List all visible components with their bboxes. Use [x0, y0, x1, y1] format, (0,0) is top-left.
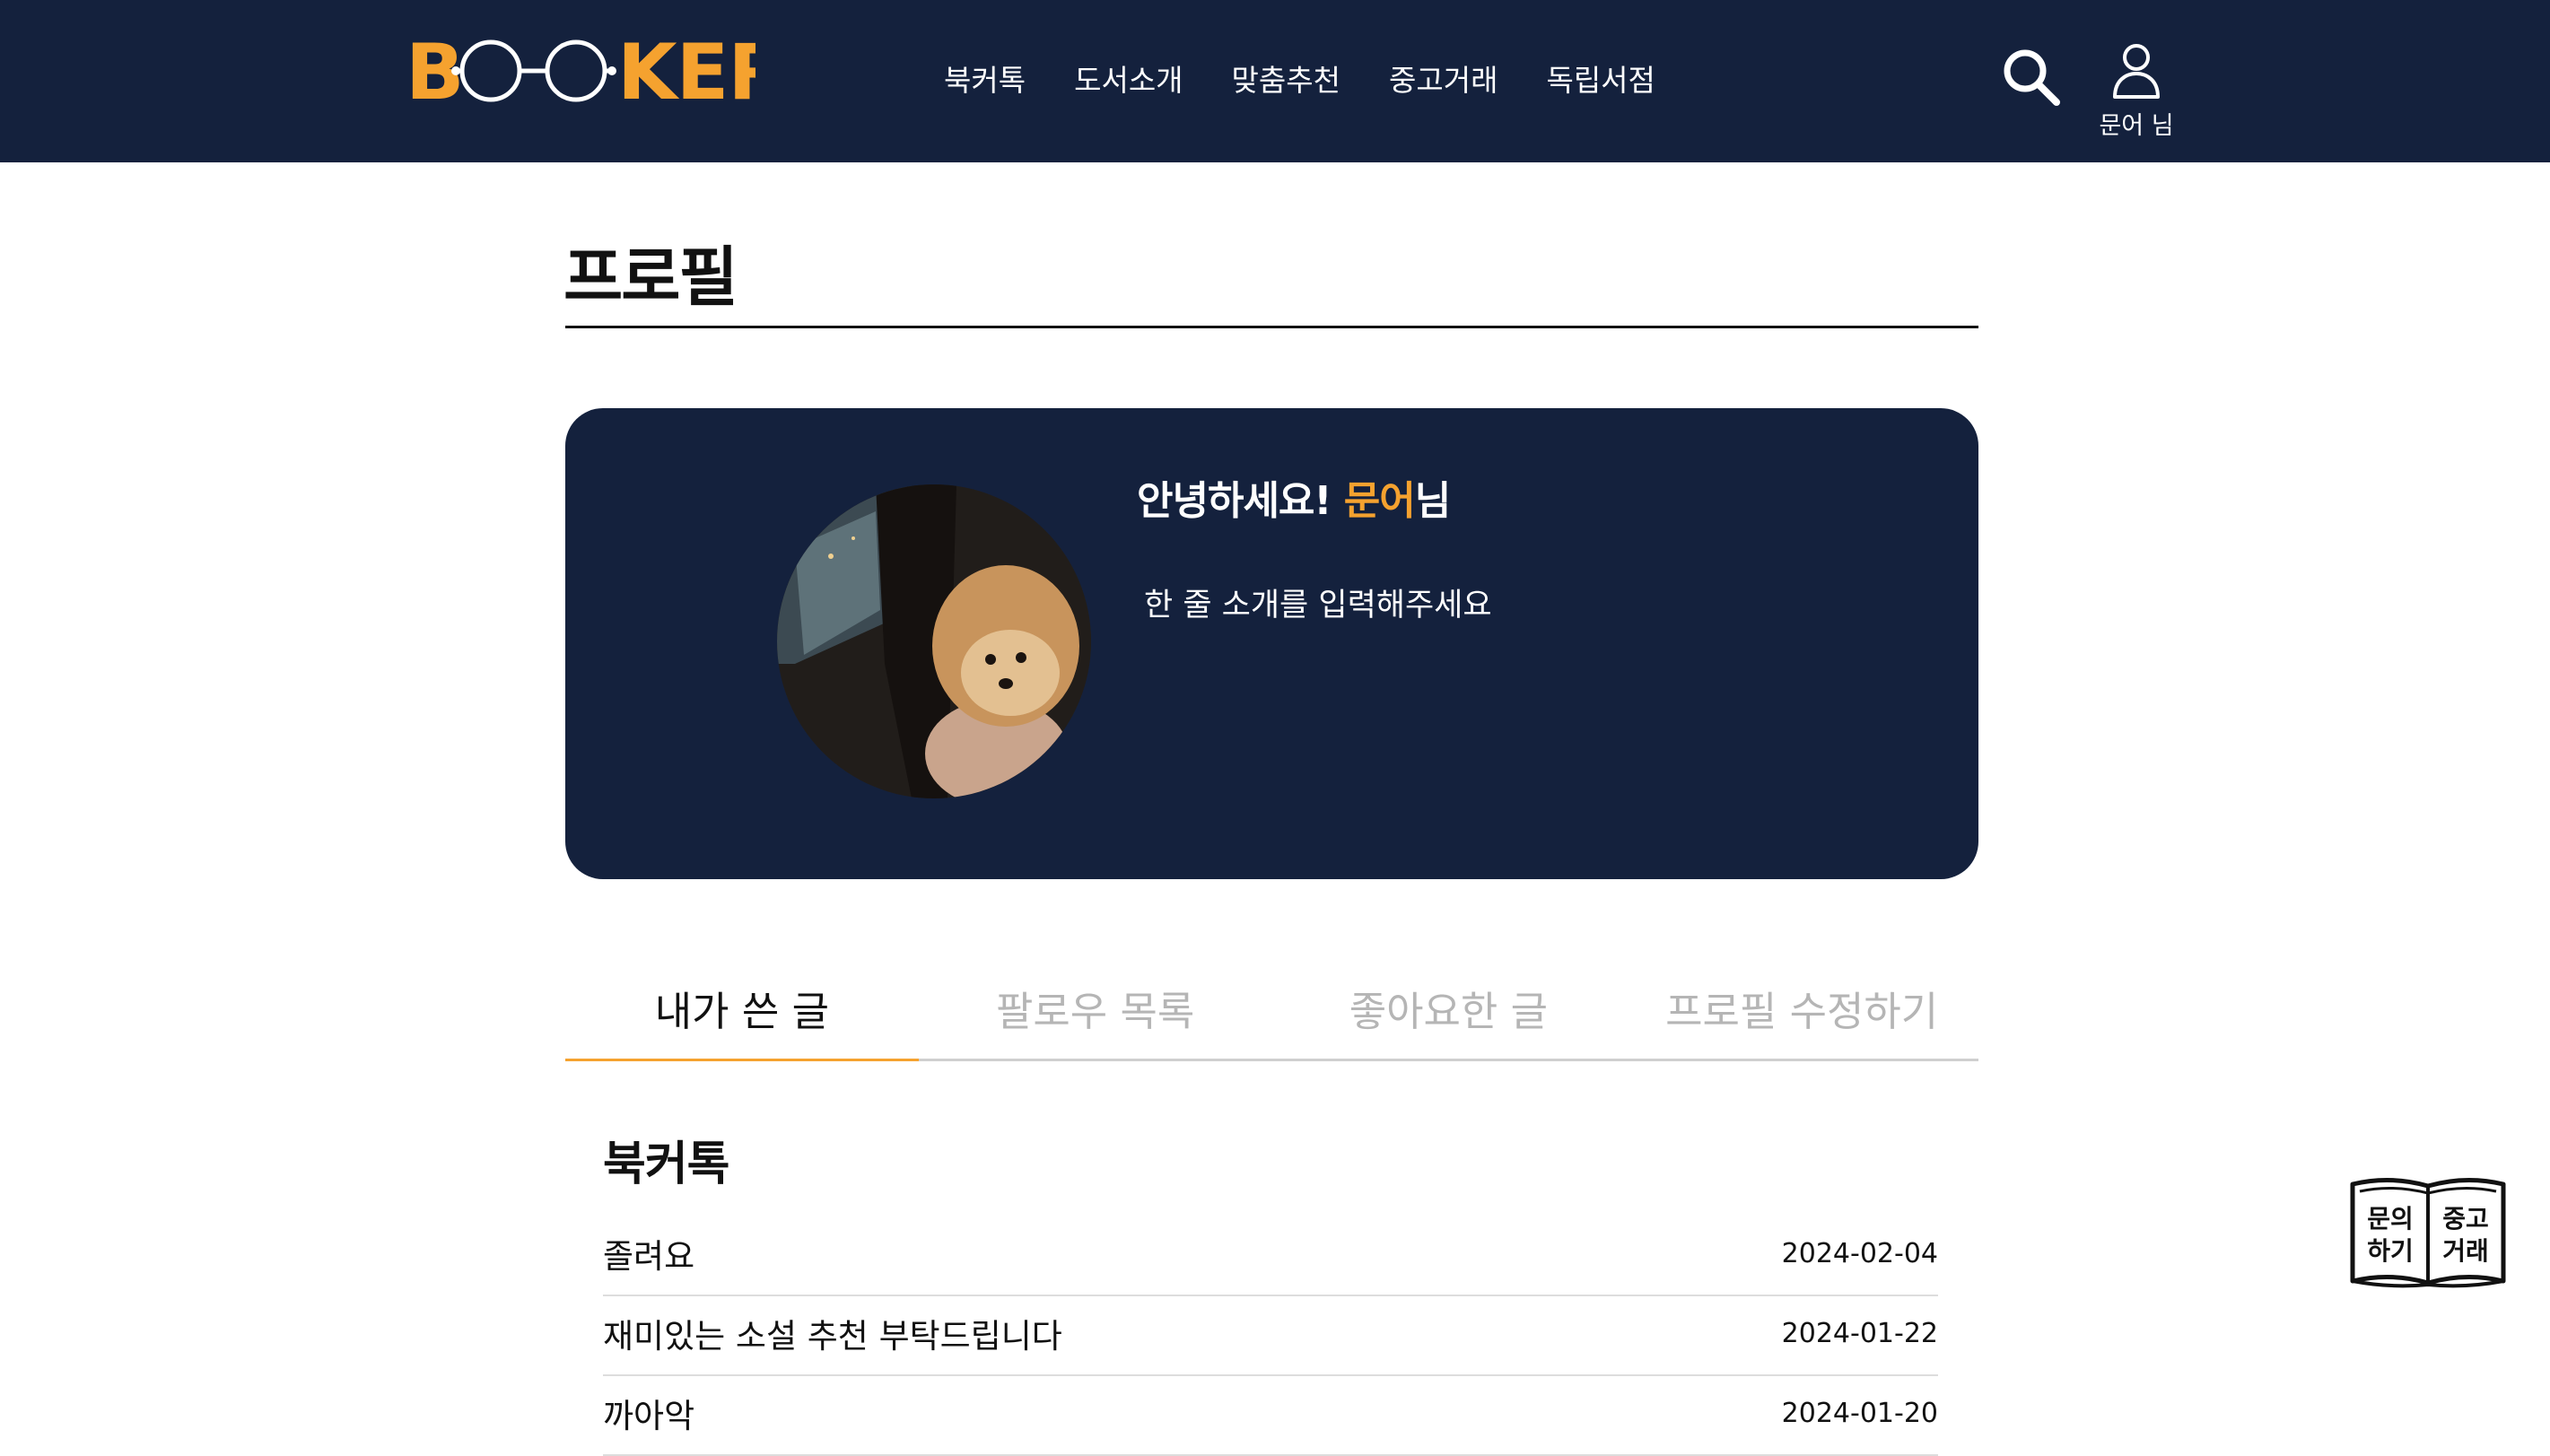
booker-logo-mark: B KER — [406, 31, 755, 111]
float-label-left-1: 문의 — [2367, 1204, 2414, 1234]
section-title: 북커톡 — [603, 1138, 730, 1191]
title-divider — [565, 326, 1978, 328]
float-label-left-2: 하기 — [2367, 1236, 2414, 1266]
profile-tabs: 내가 쓴 글 팔로우 목록 좋아요한 글 프로필 수정하기 — [565, 972, 1978, 1061]
nickname: 문어 — [1343, 478, 1416, 524]
tab-liked-posts[interactable]: 좋아요한 글 — [1272, 972, 1626, 1059]
float-label-right-2: 거래 — [2442, 1236, 2489, 1266]
greeting-prefix: 안녕하세요! — [1137, 478, 1344, 524]
main-nav: 북커톡 도서소개 맞춤추천 중고거래 독립서점 — [944, 56, 1704, 106]
list-item[interactable]: 졸려요 2024-02-04 — [603, 1216, 1938, 1296]
post-date: 2024-01-20 — [1781, 1398, 1938, 1429]
site-header: B KER 북커톡 도서소개 맞춤추천 중고거래 독립서점 문어 님 — [0, 0, 2550, 162]
nav-item-book-intro[interactable]: 도서소개 — [1074, 56, 1183, 106]
list-item[interactable]: 까아악 2024-01-20 — [603, 1376, 1938, 1456]
nav-item-recommend[interactable]: 맞춤추천 — [1232, 56, 1340, 106]
page-title: 프로필 — [563, 240, 738, 315]
list-item[interactable]: 재미있는 소설 추천 부탁드립니다 2024-01-22 — [603, 1296, 1938, 1376]
profile-greeting: 안녕하세요! 문어님 — [1137, 468, 1451, 526]
post-title[interactable]: 까아악 — [603, 1389, 694, 1437]
search-icon — [2004, 49, 2060, 106]
floating-inquiry-trade-button[interactable]: 문의 하기 중고 거래 — [2347, 1175, 2509, 1292]
post-list: 졸려요 2024-02-04 재미있는 소설 추천 부탁드립니다 2024-01… — [603, 1216, 1938, 1456]
user-name-label: 문어 님 — [2099, 112, 2174, 140]
greeting-suffix: 님 — [1414, 478, 1451, 524]
book-icon: 문의 하기 중고 거래 — [2350, 1178, 2506, 1288]
search-button[interactable] — [1999, 45, 2064, 109]
post-date: 2024-02-04 — [1781, 1238, 1938, 1269]
tab-follow-list[interactable]: 팔로우 목록 — [919, 972, 1272, 1059]
post-title[interactable]: 재미있는 소설 추천 부탁드립니다 — [603, 1309, 1062, 1357]
nav-item-used-trade[interactable]: 중고거래 — [1389, 56, 1498, 106]
intro-text[interactable]: 한 줄 소개를 입력해주세요 — [1144, 580, 1492, 625]
avatar-photo — [777, 484, 1091, 798]
booker-logo[interactable]: B KER — [406, 31, 755, 111]
user-icon — [2113, 44, 2160, 99]
nav-item-bookertalk[interactable]: 북커톡 — [944, 56, 1026, 106]
svg-text:KER: KER — [617, 31, 755, 111]
tab-my-posts[interactable]: 내가 쓴 글 — [565, 972, 919, 1061]
nav-item-indie-bookstore[interactable]: 독립서점 — [1546, 56, 1655, 106]
user-menu-button[interactable]: 문어 님 — [2087, 41, 2186, 149]
tab-edit-profile[interactable]: 프로필 수정하기 — [1625, 972, 1978, 1059]
post-title[interactable]: 졸려요 — [603, 1229, 694, 1277]
post-date: 2024-01-22 — [1781, 1318, 1938, 1349]
float-label-right-1: 중고 — [2442, 1204, 2489, 1234]
avatar — [777, 484, 1091, 798]
